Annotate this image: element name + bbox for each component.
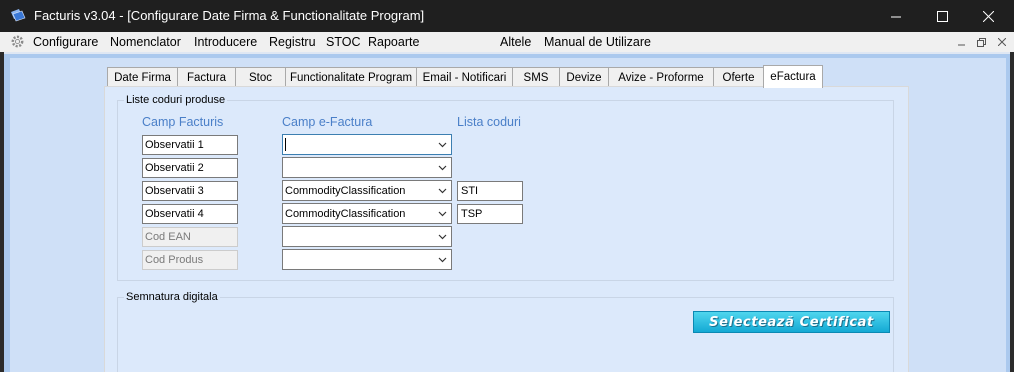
efactura-select[interactable] bbox=[282, 134, 452, 155]
efactura-select[interactable] bbox=[282, 157, 452, 178]
tab-email-notificari[interactable]: Email - Notificari bbox=[416, 67, 513, 87]
menu-manual-utilizare[interactable]: Manual de Utilizare bbox=[544, 35, 651, 49]
close-icon bbox=[982, 10, 994, 22]
efactura-select[interactable]: CommodityClassification bbox=[282, 180, 452, 201]
efactura-select[interactable]: CommodityClassification bbox=[282, 203, 452, 224]
camp-facturis-header: Camp Facturis bbox=[142, 115, 224, 129]
tab-oferte[interactable]: Oferte bbox=[713, 67, 764, 87]
close-button[interactable] bbox=[965, 0, 1011, 32]
maximize-icon bbox=[936, 10, 948, 22]
chevron-down-icon bbox=[438, 211, 447, 217]
menu-introducere[interactable]: Introducere bbox=[194, 35, 257, 49]
maximize-button[interactable] bbox=[919, 0, 965, 32]
camp-facturis-field[interactable]: Observatii 1 bbox=[142, 135, 238, 155]
tab-efactura[interactable]: eFactura bbox=[763, 65, 823, 88]
camp-facturis-field: Cod Produs bbox=[142, 250, 238, 270]
liste-coduri-group-label: Liste coduri produse bbox=[124, 94, 228, 106]
tab-factura[interactable]: Factura bbox=[177, 67, 236, 87]
window-title: Facturis v3.04 - [Configurare Date Firma… bbox=[34, 8, 425, 23]
title-bar: Facturis v3.04 - [Configurare Date Firma… bbox=[0, 0, 1014, 32]
lista-coduri-field[interactable]: TSP bbox=[457, 204, 523, 224]
tab-devize[interactable]: Devize bbox=[559, 67, 609, 87]
tab-functionalitate-program[interactable]: Functionalitate Program bbox=[285, 67, 417, 87]
gear-icon[interactable] bbox=[10, 34, 25, 49]
menu-rapoarte[interactable]: Rapoarte bbox=[368, 35, 419, 49]
efactura-select[interactable] bbox=[282, 226, 452, 247]
facturis-app-icon bbox=[11, 9, 26, 22]
menu-stoc[interactable]: STOC bbox=[326, 35, 361, 49]
select-certificate-button[interactable]: Selectează Certificat bbox=[693, 311, 890, 333]
chevron-down-icon bbox=[438, 165, 447, 171]
semnatura-digitala-group bbox=[117, 297, 894, 372]
minimize-icon bbox=[958, 44, 965, 46]
chevron-down-icon bbox=[438, 234, 447, 240]
minimize-button[interactable] bbox=[873, 0, 919, 32]
tab-avize-proforme[interactable]: Avize - Proforme bbox=[608, 67, 714, 87]
text-cursor bbox=[285, 138, 286, 151]
minimize-icon bbox=[890, 16, 901, 17]
child-close-button[interactable] bbox=[995, 35, 1009, 49]
lista-coduri-field[interactable]: STI bbox=[457, 181, 523, 201]
lista-coduri-header: Lista coduri bbox=[457, 115, 521, 129]
chevron-down-icon bbox=[438, 142, 447, 148]
efactura-select[interactable] bbox=[282, 249, 452, 270]
menu-altele[interactable]: Altele bbox=[500, 35, 531, 49]
efactura-select-value: CommodityClassification bbox=[285, 185, 406, 197]
efactura-select-value: CommodityClassification bbox=[285, 208, 406, 220]
tab-date-firma[interactable]: Date Firma bbox=[107, 67, 178, 87]
menu-bar: Configurare Nomenclator Introducere Regi… bbox=[0, 32, 1014, 52]
menu-configurare[interactable]: Configurare bbox=[33, 35, 98, 49]
chevron-down-icon bbox=[438, 188, 447, 194]
chevron-down-icon bbox=[438, 257, 447, 263]
camp-facturis-field[interactable]: Observatii 2 bbox=[142, 158, 238, 178]
camp-facturis-field[interactable]: Observatii 3 bbox=[142, 181, 238, 201]
child-minimize-button[interactable] bbox=[955, 35, 969, 49]
restore-icon bbox=[977, 37, 986, 47]
tab-sms[interactable]: SMS bbox=[512, 67, 560, 87]
semnatura-digitala-group-label: Semnatura digitala bbox=[124, 291, 220, 303]
camp-facturis-field[interactable]: Observatii 4 bbox=[142, 204, 238, 224]
camp-facturis-field: Cod EAN bbox=[142, 227, 238, 247]
tab-stoc[interactable]: Stoc bbox=[235, 67, 286, 87]
menu-registru[interactable]: Registru bbox=[269, 35, 316, 49]
menu-nomenclator[interactable]: Nomenclator bbox=[110, 35, 181, 49]
child-restore-button[interactable] bbox=[975, 35, 989, 49]
close-icon bbox=[998, 38, 1006, 46]
camp-efactura-header: Camp e-Factura bbox=[282, 115, 373, 129]
